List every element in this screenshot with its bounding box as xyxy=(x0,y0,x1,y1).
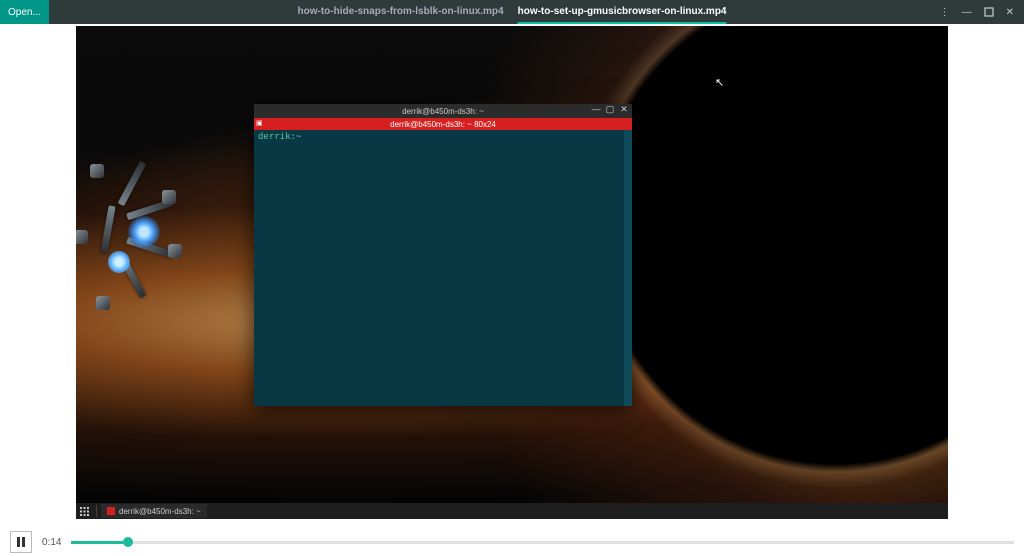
terminal-close-icon[interactable]: ✕ xyxy=(619,104,629,115)
close-icon[interactable]: ✕ xyxy=(1006,7,1014,18)
mouse-cursor-icon: ↖ xyxy=(715,76,724,89)
pause-button[interactable] xyxy=(10,531,32,553)
terminal-titlebar[interactable]: derrik@b450m-ds3h: ~ — ▢ ✕ xyxy=(254,104,632,118)
terminal-title: derrik@b450m-ds3h: ~ xyxy=(402,107,484,116)
maximize-icon[interactable] xyxy=(984,7,994,17)
terminal-tab-icon: ▣ xyxy=(256,119,263,127)
taskbar-task-label: derrik@b450m-ds3h: ~ xyxy=(119,507,201,516)
open-button[interactable]: Open... xyxy=(0,0,49,24)
terminal-tab[interactable]: ▣ derrik@b450m-ds3h: ~ 80x24 xyxy=(254,118,632,130)
tab-strip: how-to-hide-snaps-from-lsblk-on-linux.mp… xyxy=(298,0,727,24)
minimize-icon[interactable]: — xyxy=(962,7,972,18)
terminal-prompt-path: ~ xyxy=(296,132,301,142)
tab-file-1[interactable]: how-to-hide-snaps-from-lsblk-on-linux.mp… xyxy=(298,0,504,24)
terminal-tab-label: derrik@b450m-ds3h: ~ 80x24 xyxy=(390,120,496,129)
desktop-taskbar: derrik@b450m-ds3h: ~ xyxy=(76,503,948,519)
taskbar-task-icon xyxy=(107,507,115,515)
menu-dots-icon[interactable]: ⋮ xyxy=(940,7,950,18)
progress-handle[interactable] xyxy=(123,537,133,547)
terminal-minimize-icon[interactable]: — xyxy=(591,104,601,115)
player-controls: 0:14 xyxy=(0,528,1024,556)
video-area: ↖ derrik@b450m-ds3h: ~ — ▢ ✕ ▣ derrik@b4… xyxy=(0,24,1024,528)
window-controls: ⋮ — ✕ xyxy=(940,7,1024,18)
apps-grid-icon[interactable] xyxy=(76,507,92,516)
video-frame[interactable]: ↖ derrik@b450m-ds3h: ~ — ▢ ✕ ▣ derrik@b4… xyxy=(76,26,948,519)
spaceship-graphic xyxy=(78,156,198,356)
tab-file-2[interactable]: how-to-set-up-gmusicbrowser-on-linux.mp4 xyxy=(518,0,727,24)
progress-fill xyxy=(71,541,128,544)
taskbar-task[interactable]: derrik@b450m-ds3h: ~ xyxy=(101,504,207,518)
terminal-body[interactable]: derrik:~ xyxy=(254,130,632,406)
taskbar-separator xyxy=(96,505,97,517)
progress-bar[interactable] xyxy=(71,541,1014,544)
terminal-window: derrik@b450m-ds3h: ~ — ▢ ✕ ▣ derrik@b450… xyxy=(254,104,632,406)
pause-icon xyxy=(17,537,25,547)
terminal-prompt-user: derrik: xyxy=(258,132,296,142)
terminal-maximize-icon[interactable]: ▢ xyxy=(605,104,615,115)
playback-time: 0:14 xyxy=(42,537,61,548)
app-header: Open... how-to-hide-snaps-from-lsblk-on-… xyxy=(0,0,1024,24)
